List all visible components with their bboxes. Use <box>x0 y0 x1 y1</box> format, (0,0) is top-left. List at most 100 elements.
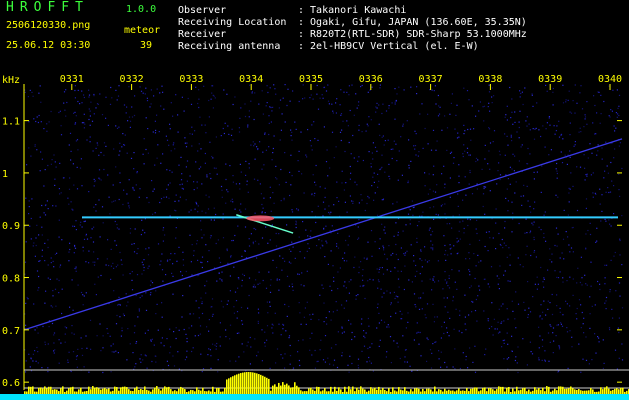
noise-speck <box>506 119 508 121</box>
noise-speck <box>151 282 154 284</box>
noise-speck <box>383 229 385 231</box>
noise-speck <box>316 245 318 247</box>
noise-speck <box>499 154 501 156</box>
noise-speck <box>182 264 185 266</box>
noise-speck <box>495 222 497 224</box>
noise-speck <box>341 304 343 306</box>
noise-speck <box>258 103 260 105</box>
noise-speck <box>568 244 570 246</box>
noise-speck <box>542 281 544 283</box>
spectrum-bar <box>532 390 534 394</box>
noise-speck <box>592 122 594 124</box>
noise-speck <box>406 250 408 252</box>
noise-speck <box>266 85 268 87</box>
noise-speck <box>484 245 486 248</box>
noise-speck <box>250 100 252 102</box>
noise-speck <box>63 102 65 104</box>
noise-speck <box>322 359 325 361</box>
noise-speck <box>357 104 360 106</box>
noise-speck <box>489 190 491 192</box>
noise-speck <box>290 154 292 156</box>
noise-speck <box>154 120 156 122</box>
noise-speck <box>29 366 31 368</box>
noise-speck <box>256 257 258 259</box>
noise-speck <box>161 302 163 304</box>
noise-speck <box>41 204 43 207</box>
spectrum-bar <box>440 389 442 394</box>
noise-speck <box>410 160 412 162</box>
noise-speck <box>356 107 358 109</box>
noise-speck <box>107 124 109 126</box>
noise-speck <box>240 107 242 109</box>
noise-speck <box>427 338 429 341</box>
noise-speck <box>169 259 171 261</box>
noise-speck <box>229 290 231 292</box>
noise-speck <box>619 238 621 240</box>
noise-speck <box>171 171 173 173</box>
noise-speck <box>116 314 118 317</box>
noise-speck <box>118 85 120 87</box>
noise-speck <box>189 234 191 236</box>
noise-speck <box>238 278 240 280</box>
noise-speck <box>358 266 360 268</box>
spectrum-bar <box>192 390 194 394</box>
noise-speck <box>168 144 170 146</box>
noise-speck <box>607 172 609 174</box>
noise-speck <box>300 131 302 133</box>
spectrum-bar <box>426 388 428 394</box>
noise-speck <box>184 142 186 144</box>
noise-speck <box>93 251 95 253</box>
noise-speck <box>492 141 494 143</box>
spectrum-bar <box>298 387 300 394</box>
spectrum-bar <box>210 391 212 394</box>
noise-speck <box>483 120 485 122</box>
noise-speck <box>484 213 486 215</box>
noise-speck <box>421 266 423 268</box>
noise-speck <box>302 339 304 341</box>
noise-speck <box>160 342 162 344</box>
noise-speck <box>119 142 121 144</box>
noise-speck <box>126 106 128 108</box>
noise-speck <box>511 231 513 233</box>
noise-speck <box>162 153 164 155</box>
noise-speck <box>459 238 461 240</box>
noise-speck <box>216 280 218 282</box>
noise-speck <box>53 350 55 352</box>
noise-speck <box>317 205 319 207</box>
noise-speck <box>499 331 501 333</box>
noise-speck <box>97 258 99 260</box>
noise-speck <box>380 319 383 321</box>
noise-speck <box>386 326 388 328</box>
noise-speck <box>364 209 366 212</box>
noise-speck <box>579 166 582 168</box>
noise-speck <box>76 166 78 168</box>
noise-speck <box>539 316 541 318</box>
noise-speck <box>464 323 466 325</box>
spectrum-bar <box>216 387 218 394</box>
noise-speck <box>519 90 521 92</box>
noise-speck <box>378 247 380 250</box>
noise-speck <box>397 346 399 348</box>
noise-speck <box>367 91 369 93</box>
noise-speck <box>313 195 315 197</box>
noise-speck <box>384 226 386 228</box>
noise-speck <box>488 127 490 129</box>
noise-speck <box>410 86 412 88</box>
series-layer <box>23 138 623 331</box>
noise-speck <box>35 120 37 123</box>
spectrum-bar <box>326 391 328 394</box>
noise-speck <box>132 186 134 189</box>
noise-speck <box>38 92 40 94</box>
noise-speck <box>373 199 375 201</box>
noise-speck <box>471 311 473 313</box>
noise-speck <box>519 110 521 112</box>
noise-speck <box>524 87 526 89</box>
noise-speck <box>283 199 285 201</box>
noise-speck <box>115 244 118 246</box>
noise-speck <box>556 125 558 127</box>
noise-speck <box>177 351 179 353</box>
spectrum-bar <box>622 387 624 394</box>
noise-speck <box>299 312 301 314</box>
noise-speck <box>290 135 292 137</box>
noise-speck <box>586 123 588 125</box>
